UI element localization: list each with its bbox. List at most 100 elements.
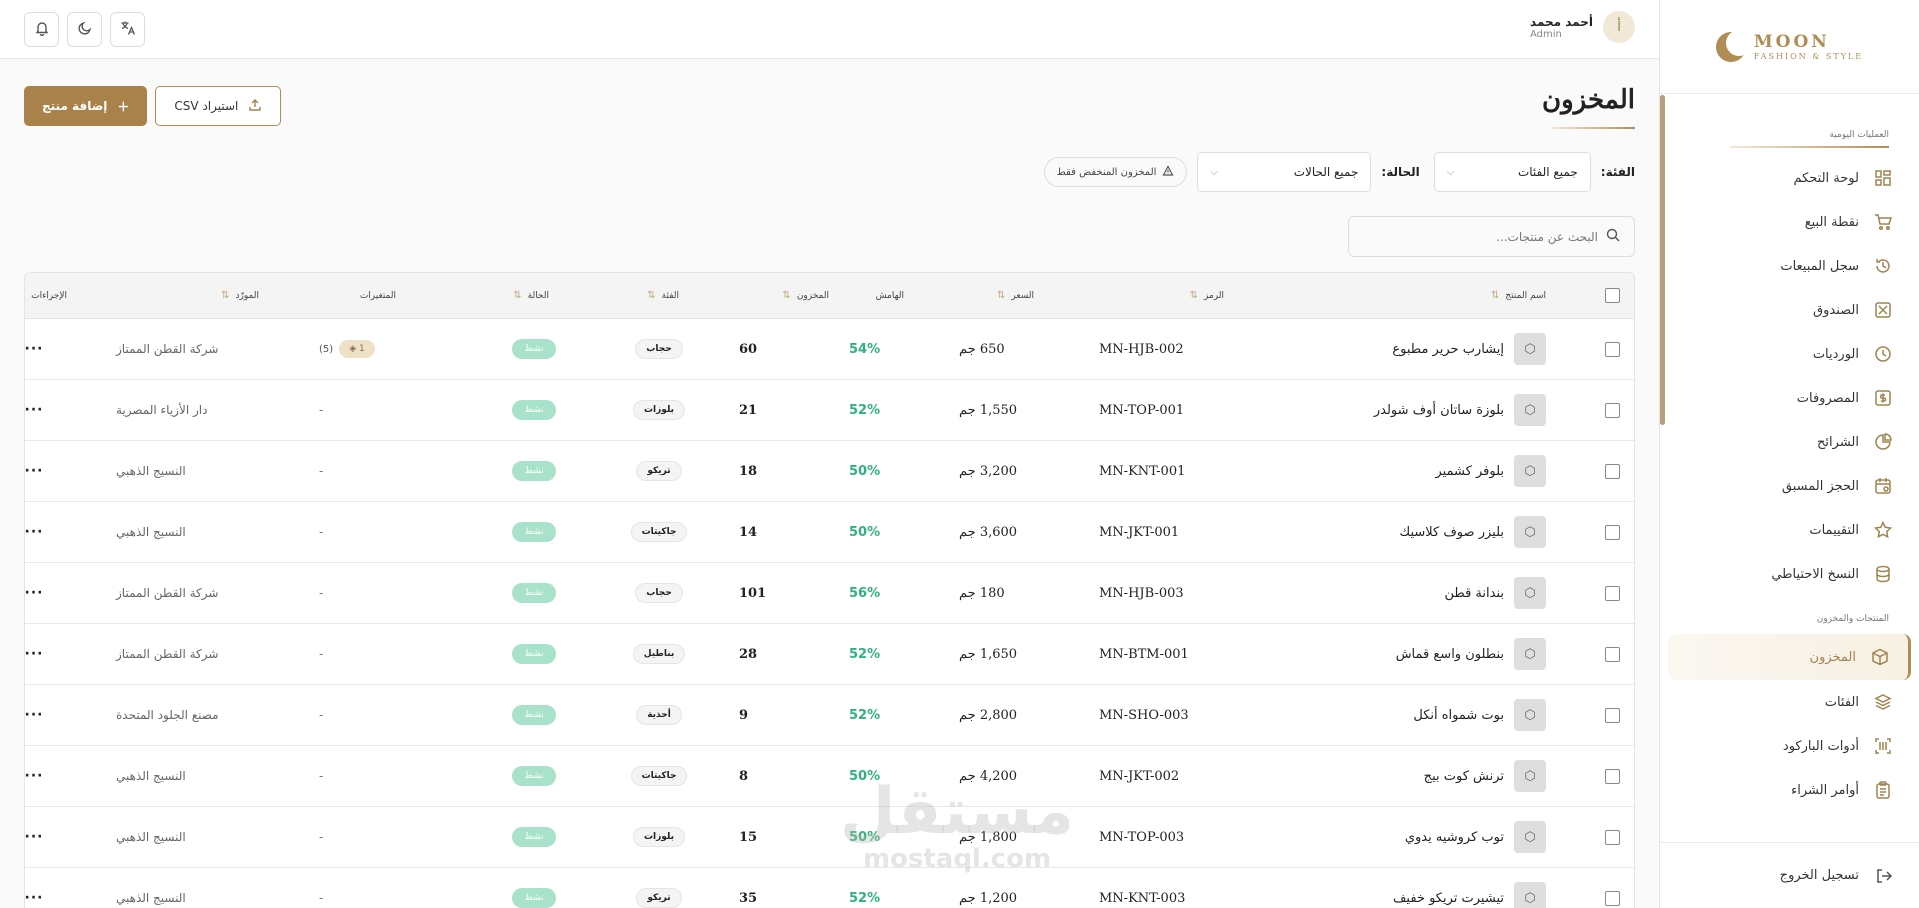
box-icon: ⬡ — [1524, 890, 1536, 906]
sidebar-item-label: أدوات الباركود — [1782, 738, 1859, 754]
table-row[interactable]: ⬡ بلوزة ساتان أوف شولدر MN-TOP-001 1,550 … — [25, 380, 1634, 441]
sidebar-scrollbar[interactable] — [1660, 95, 1665, 425]
title-underline — [1551, 127, 1635, 129]
category-badge: حجاب — [635, 583, 683, 603]
row-checkbox[interactable] — [1605, 585, 1620, 601]
search-input[interactable]: البحث عن منتجات... — [1348, 216, 1635, 257]
product-sku: MN-HJB-003 — [1099, 585, 1184, 601]
row-actions-menu[interactable]: ··· — [25, 768, 43, 784]
row-checkbox[interactable] — [1605, 463, 1620, 479]
table-row[interactable]: ⬡ تيشيرت تريكو خفيف MN-KNT-003 1,200 جم 5… — [25, 868, 1634, 908]
sidebar-item-reviews[interactable]: التقييمات — [1660, 508, 1919, 552]
product-price: 3,600 جم — [959, 524, 1018, 540]
sidebar-item-barcode[interactable]: أدوات الباركود — [1660, 724, 1919, 768]
filters-bar: الفئة: جميع الفئات ⌵ الحالة: جميع الحالا… — [1043, 152, 1635, 192]
variants-badge-count: 1 — [358, 344, 365, 354]
row-actions-menu[interactable]: ··· — [25, 890, 43, 906]
sidebar-item-categories[interactable]: الفئات — [1660, 680, 1919, 724]
table-row[interactable]: ⬡ بوت شمواه أنكل MN-SHO-003 2,800 جم 52% … — [25, 685, 1634, 746]
row-actions-menu[interactable]: ··· — [25, 524, 43, 540]
table-row[interactable]: ⬡ ترنش كوت بيج MN-JKT-002 4,200 جم 50% 8 … — [25, 746, 1634, 807]
history-icon — [1873, 256, 1893, 276]
select-all-checkbox[interactable] — [1605, 288, 1620, 303]
product-name[interactable]: بندانة قطن — [1445, 586, 1504, 601]
status-select[interactable]: جميع الحالات ⌵ — [1197, 152, 1372, 192]
product-name[interactable]: بوت شمواه أنكل — [1413, 708, 1504, 723]
row-checkbox[interactable] — [1605, 402, 1620, 418]
category-select[interactable]: جميع الفئات ⌵ — [1433, 152, 1591, 192]
table-row[interactable]: ⬡ بلوفر كشمير MN-KNT-001 3,200 جم 50% 18 … — [25, 441, 1634, 502]
sidebar-item-preorder[interactable]: الحجز المسبق — [1660, 464, 1919, 508]
product-name[interactable]: بنطلون واسع قماش — [1396, 647, 1504, 662]
product-name[interactable]: بلوفر كشمير — [1435, 464, 1504, 479]
column-header-supplier[interactable]: المورّد ⇅ — [221, 273, 259, 318]
product-price: 650 جم — [959, 341, 1005, 357]
row-checkbox[interactable] — [1605, 341, 1620, 357]
row-checkbox[interactable] — [1605, 524, 1620, 540]
row-checkbox[interactable] — [1605, 768, 1620, 784]
category-badge: حجاب — [635, 339, 683, 359]
row-actions-menu[interactable]: ··· — [25, 707, 43, 723]
product-margin: 54% — [849, 341, 881, 357]
column-header-status[interactable]: الحالة ⇅ — [513, 273, 549, 318]
table-row[interactable]: ⬡ بنطلون واسع قماش MN-BTM-001 1,650 جم 52… — [25, 624, 1634, 685]
column-header-sku[interactable]: الرمز ⇅ — [1190, 273, 1224, 318]
logout-button[interactable]: تسجيل الخروج — [1660, 842, 1919, 908]
column-header-name[interactable]: اسم المنتج ⇅ — [1491, 273, 1546, 318]
import-csv-button[interactable]: استيراد CSV — [155, 86, 282, 126]
row-actions-menu[interactable]: ··· — [25, 585, 43, 601]
low-stock-filter-chip[interactable]: المخزون المنخفض فقط — [1043, 157, 1188, 187]
chevron-down-icon: ⌵ — [1210, 166, 1218, 178]
notifications-button[interactable] — [24, 12, 59, 47]
language-button[interactable] — [110, 12, 145, 47]
product-name[interactable]: ترنش كوت بيج — [1424, 769, 1504, 784]
sidebar-item-sales-history[interactable]: سجل المبيعات — [1660, 244, 1919, 288]
column-header-stock[interactable]: المخزون ⇅ — [782, 273, 829, 318]
table-row[interactable]: ⬡ بندانة قطن MN-HJB-003 180 جم 56% 101 حج… — [25, 563, 1634, 624]
sidebar-item-purchase-orders[interactable]: أوامر الشراء — [1660, 768, 1919, 812]
product-name[interactable]: تيشيرت تريكو خفيف — [1393, 891, 1504, 906]
product-price: 3,200 جم — [959, 463, 1018, 479]
user-profile[interactable]: أ أحمد محمد Admin — [1530, 11, 1635, 43]
product-name[interactable]: إيشارب حرير مطبوع — [1392, 342, 1504, 357]
sidebar-item-shifts[interactable]: الورديات — [1660, 332, 1919, 376]
table-row[interactable]: ⬡ توب كروشيه يدوي MN-TOP-003 1,800 جم 50%… — [25, 807, 1634, 868]
row-actions-menu[interactable]: ··· — [25, 402, 43, 418]
category-badge: بلوزات — [633, 400, 686, 420]
table-row[interactable]: ⬡ بليزر صوف كلاسيك MN-JKT-001 3,600 جم 50… — [25, 502, 1634, 563]
status-badge: نشط — [512, 644, 556, 664]
row-actions-menu[interactable]: ··· — [25, 829, 43, 845]
sidebar-item-expenses[interactable]: المصروفات — [1660, 376, 1919, 420]
row-checkbox[interactable] — [1605, 646, 1620, 662]
moon-icon — [77, 20, 93, 40]
variants-indicator[interactable]: 1 ◈ (5) — [319, 340, 375, 358]
sort-icon: ⇅ — [647, 290, 656, 301]
row-actions-menu[interactable]: ··· — [25, 463, 43, 479]
row-checkbox[interactable] — [1605, 829, 1620, 845]
add-product-button[interactable]: ＋ إضافة منتج — [24, 86, 148, 126]
logout-icon — [1873, 867, 1893, 885]
box-icon: ⬡ — [1524, 402, 1536, 418]
product-stock: 18 — [739, 463, 758, 479]
product-stock: 8 — [739, 768, 749, 784]
column-header-category[interactable]: الفئة ⇅ — [647, 273, 679, 318]
sidebar-item-dashboard[interactable]: لوحة التحكم — [1660, 156, 1919, 200]
dark-mode-toggle[interactable] — [67, 12, 102, 47]
sidebar-item-cashbox[interactable]: الصندوق — [1660, 288, 1919, 332]
row-checkbox[interactable] — [1605, 707, 1620, 723]
sidebar-item-pos[interactable]: نقطة البيع — [1660, 200, 1919, 244]
column-header-label: الإجراءات — [31, 290, 67, 301]
status-filter-label: الحالة: — [1381, 165, 1420, 179]
row-actions-menu[interactable]: ··· — [25, 646, 43, 662]
sidebar: MOON FASHION & STYLE العمليات اليومية لو… — [1659, 0, 1919, 908]
row-checkbox[interactable] — [1605, 890, 1620, 906]
product-name[interactable]: بليزر صوف كلاسيك — [1399, 525, 1504, 540]
sidebar-item-segments[interactable]: الشرائح — [1660, 420, 1919, 464]
product-name[interactable]: توب كروشيه يدوي — [1405, 830, 1504, 845]
column-header-price[interactable]: السعر ⇅ — [997, 273, 1034, 318]
product-name[interactable]: بلوزة ساتان أوف شولدر — [1374, 403, 1504, 418]
sidebar-item-backup[interactable]: النسخ الاحتياطي — [1660, 552, 1919, 596]
sidebar-item-inventory[interactable]: المخزون — [1668, 634, 1911, 680]
row-actions-menu[interactable]: ··· — [25, 341, 43, 357]
table-row[interactable]: ⬡ إيشارب حرير مطبوع MN-HJB-002 650 جم 54%… — [25, 319, 1634, 380]
